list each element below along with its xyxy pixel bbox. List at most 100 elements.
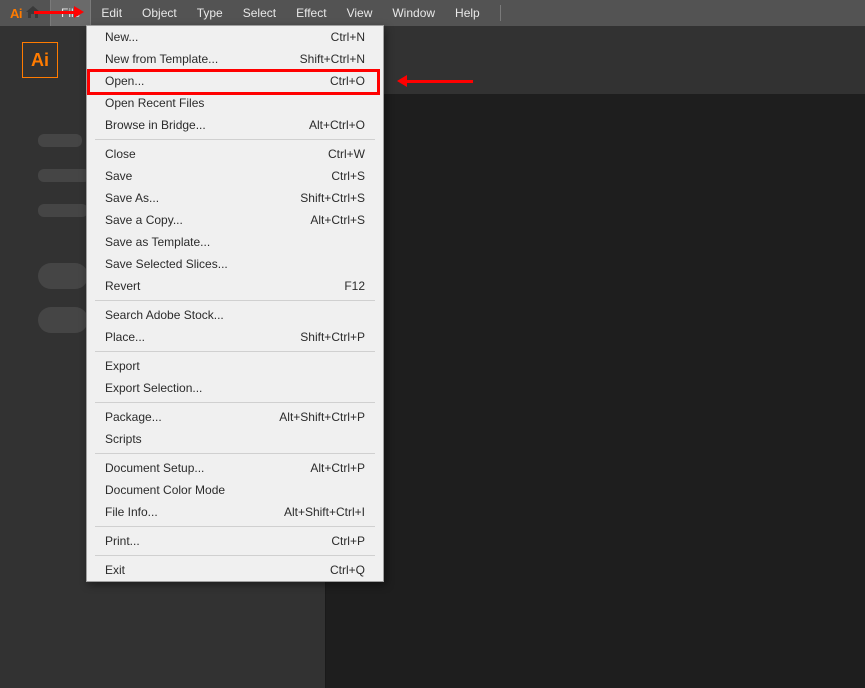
menu-item-close[interactable]: CloseCtrl+W <box>87 143 383 165</box>
menu-separator <box>95 351 375 352</box>
app-logo[interactable]: Ai <box>22 42 58 78</box>
menubar-item-label: Window <box>392 6 435 20</box>
menubar-divider <box>500 5 501 21</box>
menu-item-label: File Info... <box>105 505 284 519</box>
menu-item-open[interactable]: Open...Ctrl+O <box>87 70 383 92</box>
menu-separator <box>95 300 375 301</box>
menubar-item-edit[interactable]: Edit <box>91 0 132 26</box>
menubar-item-label: Effect <box>296 6 326 20</box>
menu-item-shortcut: Ctrl+P <box>331 534 365 548</box>
menu-item-place[interactable]: Place...Shift+Ctrl+P <box>87 326 383 348</box>
menu-separator <box>95 526 375 527</box>
menu-item-shortcut: Shift+Ctrl+S <box>300 191 365 205</box>
menu-item-label: Document Setup... <box>105 461 310 475</box>
menu-item-export[interactable]: Export <box>87 355 383 377</box>
menu-item-new[interactable]: New...Ctrl+N <box>87 26 383 48</box>
menu-item-label: Print... <box>105 534 331 548</box>
menu-item-label: Open... <box>105 74 330 88</box>
annotation-arrowhead-icon <box>397 75 407 87</box>
menubar-item-label: Help <box>455 6 480 20</box>
menu-separator <box>95 402 375 403</box>
menu-item-shortcut: Ctrl+S <box>331 169 365 183</box>
menu-item-document-color-mode[interactable]: Document Color Mode <box>87 479 383 501</box>
panel-button-placeholder[interactable] <box>38 307 88 333</box>
menu-item-label: Scripts <box>105 432 365 446</box>
menubar-item-label: Type <box>197 6 223 20</box>
menu-item-label: Place... <box>105 330 300 344</box>
menu-item-new-from-template[interactable]: New from Template...Shift+Ctrl+N <box>87 48 383 70</box>
menu-item-shortcut: Alt+Ctrl+O <box>309 118 365 132</box>
menu-item-label: Export Selection... <box>105 381 365 395</box>
menu-item-shortcut: Alt+Ctrl+P <box>310 461 365 475</box>
menu-item-label: Search Adobe Stock... <box>105 308 365 322</box>
menu-item-print[interactable]: Print...Ctrl+P <box>87 530 383 552</box>
file-menu-dropdown: New...Ctrl+NNew from Template...Shift+Ct… <box>86 25 384 582</box>
annotation-arrowhead-icon <box>74 6 84 18</box>
menubar-item-label: Edit <box>101 6 122 20</box>
menubar-item-label: Object <box>142 6 177 20</box>
panel-placeholder <box>38 204 88 217</box>
menu-item-document-setup[interactable]: Document Setup...Alt+Ctrl+P <box>87 457 383 479</box>
menubar-item-view[interactable]: View <box>337 0 383 26</box>
menu-item-label: Browse in Bridge... <box>105 118 309 132</box>
menu-item-save-as-template[interactable]: Save as Template... <box>87 231 383 253</box>
menu-item-package[interactable]: Package...Alt+Shift+Ctrl+P <box>87 406 383 428</box>
menu-item-label: Save a Copy... <box>105 213 310 227</box>
menubar-item-effect[interactable]: Effect <box>286 0 336 26</box>
menu-item-shortcut: Alt+Shift+Ctrl+I <box>284 505 365 519</box>
menu-item-revert[interactable]: RevertF12 <box>87 275 383 297</box>
menu-item-label: New from Template... <box>105 52 300 66</box>
menubar-item-object[interactable]: Object <box>132 0 187 26</box>
menubar-item-label: Select <box>243 6 276 20</box>
menu-item-save[interactable]: SaveCtrl+S <box>87 165 383 187</box>
menu-item-label: Save Selected Slices... <box>105 257 365 271</box>
menu-item-shortcut: Ctrl+N <box>331 30 365 44</box>
menu-item-label: Save <box>105 169 331 183</box>
menu-item-exit[interactable]: ExitCtrl+Q <box>87 559 383 581</box>
menu-item-file-info[interactable]: File Info...Alt+Shift+Ctrl+I <box>87 501 383 523</box>
home-right-panel <box>326 94 865 688</box>
menubar-item-type[interactable]: Type <box>187 0 233 26</box>
menu-separator <box>95 139 375 140</box>
menu-separator <box>95 555 375 556</box>
menu-item-browse-in-bridge[interactable]: Browse in Bridge...Alt+Ctrl+O <box>87 114 383 136</box>
menu-item-export-selection[interactable]: Export Selection... <box>87 377 383 399</box>
menu-item-label: Export <box>105 359 365 373</box>
menubar-item-window[interactable]: Window <box>382 0 445 26</box>
menu-item-shortcut: Shift+Ctrl+P <box>300 330 365 344</box>
menu-item-shortcut: Shift+Ctrl+N <box>300 52 365 66</box>
menu-item-shortcut: Ctrl+W <box>328 147 365 161</box>
menubar-item-label: View <box>347 6 373 20</box>
menu-item-shortcut: Ctrl+O <box>330 74 365 88</box>
menubar-item-file[interactable]: File <box>50 0 91 26</box>
menu-item-shortcut: Ctrl+Q <box>330 563 365 577</box>
menu-item-label: Close <box>105 147 328 161</box>
menu-item-label: Package... <box>105 410 279 424</box>
menu-item-shortcut: Alt+Ctrl+S <box>310 213 365 227</box>
menu-separator <box>95 453 375 454</box>
menu-item-open-recent-files[interactable]: Open Recent Files <box>87 92 383 114</box>
menu-item-label: Open Recent Files <box>105 96 365 110</box>
menubar-item-help[interactable]: Help <box>445 0 490 26</box>
menu-item-label: Save as Template... <box>105 235 365 249</box>
menu-item-label: New... <box>105 30 331 44</box>
menubar-items: File Edit Object Type Select Effect View Window… <box>50 0 490 26</box>
menu-item-label: Exit <box>105 563 330 577</box>
menu-item-save-selected-slices[interactable]: Save Selected Slices... <box>87 253 383 275</box>
menu-item-label: Revert <box>105 279 344 293</box>
menu-item-label: Save As... <box>105 191 300 205</box>
app-logo-text: Ai <box>31 50 49 71</box>
panel-button-placeholder[interactable] <box>38 263 88 289</box>
panel-placeholder <box>38 134 82 147</box>
home-icon <box>26 6 40 21</box>
menu-item-shortcut: Alt+Shift+Ctrl+P <box>279 410 365 424</box>
menu-item-save-a-copy[interactable]: Save a Copy...Alt+Ctrl+S <box>87 209 383 231</box>
menubar-item-select[interactable]: Select <box>233 0 286 26</box>
panel-placeholder <box>38 169 90 182</box>
menu-item-save-as[interactable]: Save As...Shift+Ctrl+S <box>87 187 383 209</box>
home-ai-text: Ai <box>10 6 22 21</box>
menubar-home[interactable]: Ai <box>6 6 50 21</box>
menu-item-shortcut: F12 <box>344 279 365 293</box>
menu-item-search-adobe-stock[interactable]: Search Adobe Stock... <box>87 304 383 326</box>
menu-item-scripts[interactable]: Scripts <box>87 428 383 450</box>
